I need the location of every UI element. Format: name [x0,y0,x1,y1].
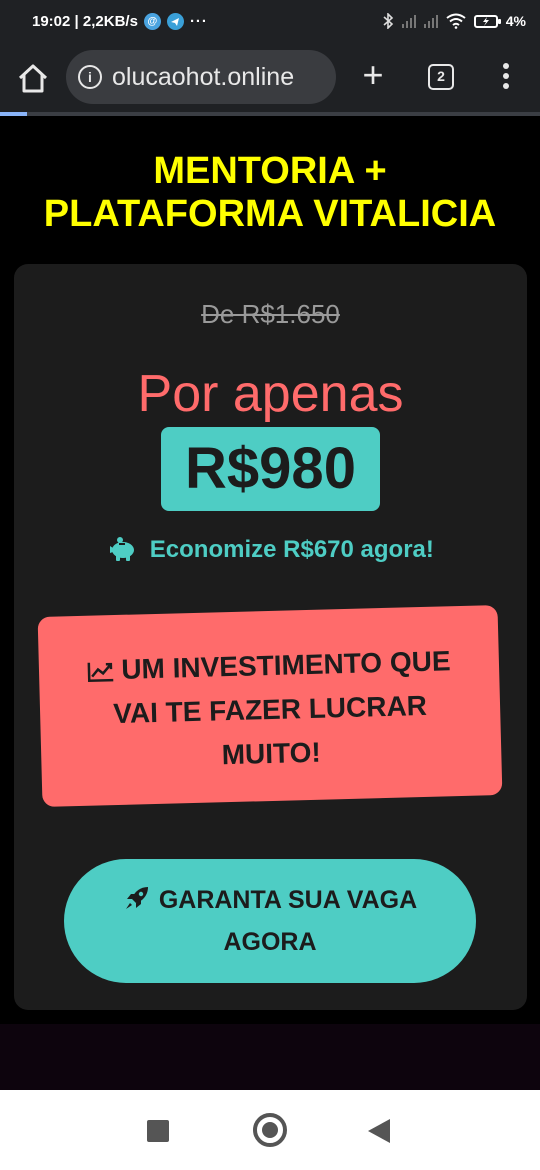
browser-menu-button[interactable] [494,62,518,92]
new-tab-button[interactable]: + [356,56,390,96]
url-text[interactable]: olucaohot.online [112,63,294,92]
piggy-bank-icon [110,537,135,561]
home-icon [18,64,48,93]
battery-percent: 4% [505,13,526,29]
investment-banner: UM INVESTIMENTO QUE VAI TE FAZER LUCRAR … [37,605,503,807]
old-price: De R$1.650 [201,299,340,329]
signal-2-icon [423,14,438,28]
cta-button[interactable]: GARANTA SUA VAGA AGORA [64,859,476,983]
more-notifications-icon: ··· [189,13,208,30]
saving-text: Economize R$670 agora! [14,536,527,564]
back-button[interactable] [368,1119,390,1143]
rocket-icon [125,887,148,909]
offer-label: Por apenas [137,365,404,423]
signal-1-icon [401,14,416,28]
cta-line-1: GARANTA SUA VAGA [64,879,476,921]
page-headline: MENTORIA + PLATAFORMA VITALICIA [0,150,540,236]
saving-label: Economize R$670 agora! [149,536,434,563]
home-button[interactable] [16,62,50,96]
page-footer-strip [0,1024,540,1090]
telegram-icon [166,13,184,30]
headline-line-2: PLATAFORMA VITALICIA [43,193,497,235]
app-notification-icon: @ [143,13,161,30]
system-navigation-bar [0,1090,540,1170]
menu-dot-icon [503,73,509,79]
browser-toolbar: i olucaohot.online + 2 [0,48,540,112]
chart-line-icon [87,662,114,682]
status-left: 19:02 | 2,2KB/s @ ··· [32,13,208,30]
offer-card: De R$1.650 Por apenas R$980 Economize R$… [14,264,527,1010]
menu-dot-icon [503,83,509,89]
status-right: 4% [382,13,526,29]
home-nav-button[interactable] [253,1113,287,1147]
menu-dot-icon [503,63,509,69]
wifi-icon [446,13,466,29]
headline-line-1: MENTORIA + [153,150,387,192]
recent-apps-button[interactable] [147,1120,169,1142]
price-badge: R$980 [161,427,380,511]
bluetooth-icon [383,13,393,29]
battery-icon [473,14,501,28]
cta-line-2: AGORA [223,928,317,956]
web-page: MENTORIA + PLATAFORMA VITALICIA De R$1.6… [0,116,540,1090]
status-bar: 19:02 | 2,2KB/s @ ··· 4% [0,0,540,48]
investment-text-1: UM INVESTIMENTO QUE [120,645,451,685]
cta-text-1: GARANTA SUA VAGA [158,886,418,914]
site-info-icon[interactable]: i [78,65,102,89]
tab-switcher-button[interactable]: 2 [428,64,454,90]
address-bar[interactable]: i olucaohot.online [66,50,336,104]
time-speed-text: 19:02 | 2,2KB/s [32,13,138,30]
